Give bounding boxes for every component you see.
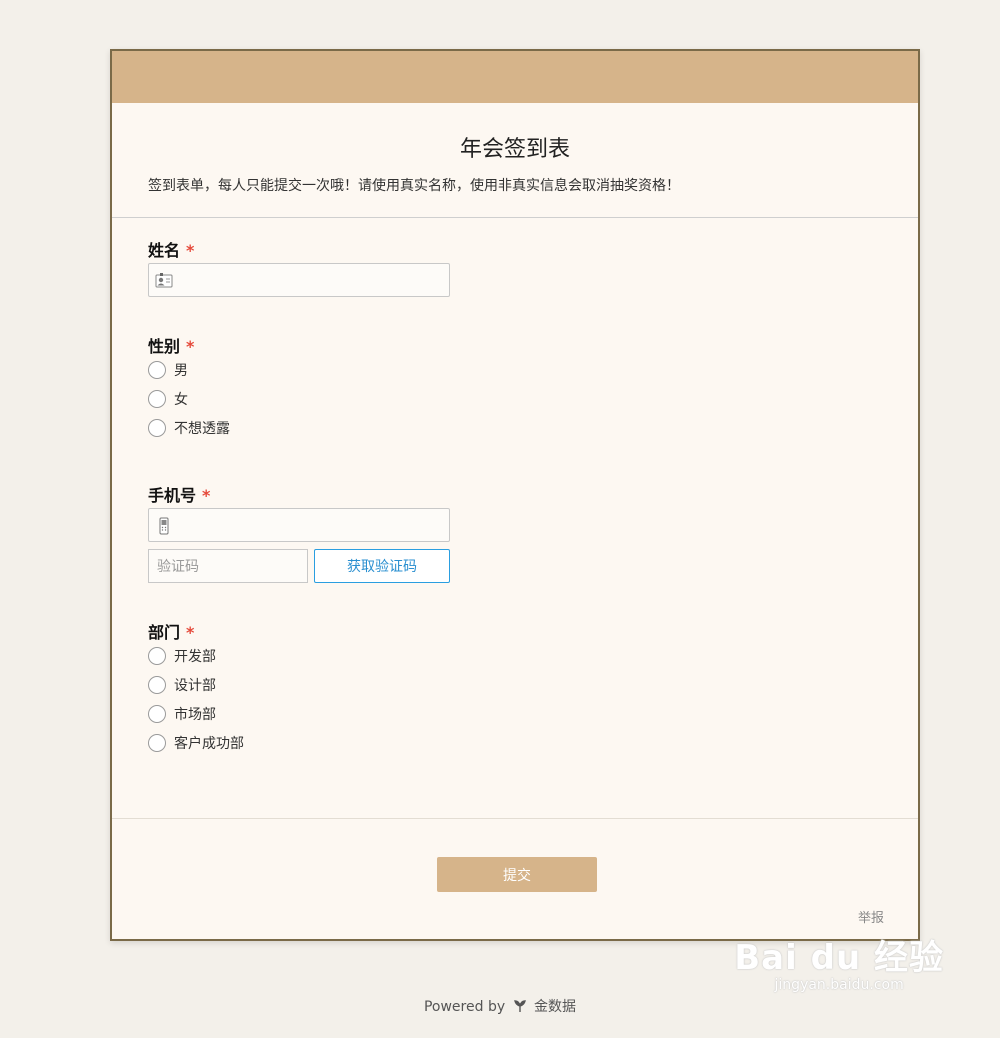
phone-label-row: 手机号 * — [148, 482, 458, 506]
phone-label: 手机号 — [148, 486, 197, 505]
radio-button[interactable] — [148, 705, 166, 723]
department-option-marketing[interactable]: 市场部 — [148, 703, 216, 725]
gender-field: 性别 * 男 女 不想透露 — [148, 333, 448, 443]
option-label: 男 — [174, 363, 188, 379]
department-option-dev[interactable]: 开发部 — [148, 645, 216, 667]
option-label: 客户成功部 — [174, 736, 244, 752]
gender-option-female[interactable]: 女 — [148, 388, 188, 410]
form-card: 年会签到表 签到表单，每人只能提交一次哦！请使用真实名称，使用非真实信息会取消抽… — [110, 49, 920, 941]
required-mark: * — [202, 486, 211, 505]
form-title: 年会签到表 — [459, 137, 570, 162]
gender-option-male[interactable]: 男 — [148, 359, 188, 381]
watermark-main-text: Bai du 经验 — [734, 938, 944, 978]
department-option-design[interactable]: 设计部 — [148, 674, 216, 696]
watermark-sub-text: jingyan.baidu.com — [774, 977, 904, 993]
powered-by-text: Powered by — [423, 999, 506, 1015]
name-label: 姓名 — [148, 241, 181, 260]
footer-divider — [112, 818, 918, 819]
radio-button[interactable] — [148, 361, 166, 379]
radio-button[interactable] — [148, 647, 166, 665]
get-code-button[interactable]: 获取验证码 — [314, 549, 450, 583]
option-label: 开发部 — [174, 649, 216, 665]
verification-code-input[interactable]: 验证码 — [148, 549, 308, 583]
report-link[interactable]: 举报 — [858, 907, 884, 926]
mobile-phone-icon — [159, 517, 169, 535]
submit-button[interactable]: 提交 — [437, 857, 597, 892]
gender-label-row: 性别 * — [148, 333, 448, 357]
required-mark: * — [186, 623, 195, 642]
radio-button[interactable] — [148, 419, 166, 437]
required-mark: * — [186, 337, 195, 356]
form-description: 签到表单，每人只能提交一次哦！请使用真实名称，使用非真实信息会取消抽奖资格！ — [148, 178, 680, 194]
department-field: 部门 * 开发部 设计部 市场部 客户成功部 — [148, 619, 448, 759]
option-label: 不想透露 — [174, 421, 230, 437]
department-label-row: 部门 * — [148, 619, 448, 643]
option-label: 市场部 — [174, 707, 216, 723]
gender-label: 性别 — [148, 337, 181, 356]
option-label: 设计部 — [174, 678, 216, 694]
required-mark: * — [186, 241, 195, 260]
radio-button[interactable] — [148, 734, 166, 752]
radio-button[interactable] — [148, 390, 166, 408]
baidu-jingyan-watermark: Bai du 经验 jingyan.baidu.com — [734, 930, 944, 993]
name-label-row: 姓名 * — [148, 237, 458, 261]
powered-by-footer: Powered by 金数据 — [0, 996, 1000, 1016]
department-option-customer-success[interactable]: 客户成功部 — [148, 732, 244, 754]
name-field: 姓名 * — [148, 237, 458, 307]
id-card-icon — [155, 273, 173, 288]
option-label: 女 — [174, 392, 188, 408]
form-header-banner — [112, 51, 918, 103]
department-label: 部门 — [148, 623, 181, 642]
phone-field: 手机号 * 验证码 获取验证码 — [148, 482, 458, 587]
header-divider — [112, 217, 918, 218]
jinshuju-logo-icon — [513, 1000, 526, 1012]
gender-option-undisclosed[interactable]: 不想透露 — [148, 417, 230, 439]
name-input[interactable] — [148, 263, 450, 297]
brand-name[interactable]: 金数据 — [534, 999, 576, 1015]
radio-button[interactable] — [148, 676, 166, 694]
phone-input[interactable] — [148, 508, 450, 542]
